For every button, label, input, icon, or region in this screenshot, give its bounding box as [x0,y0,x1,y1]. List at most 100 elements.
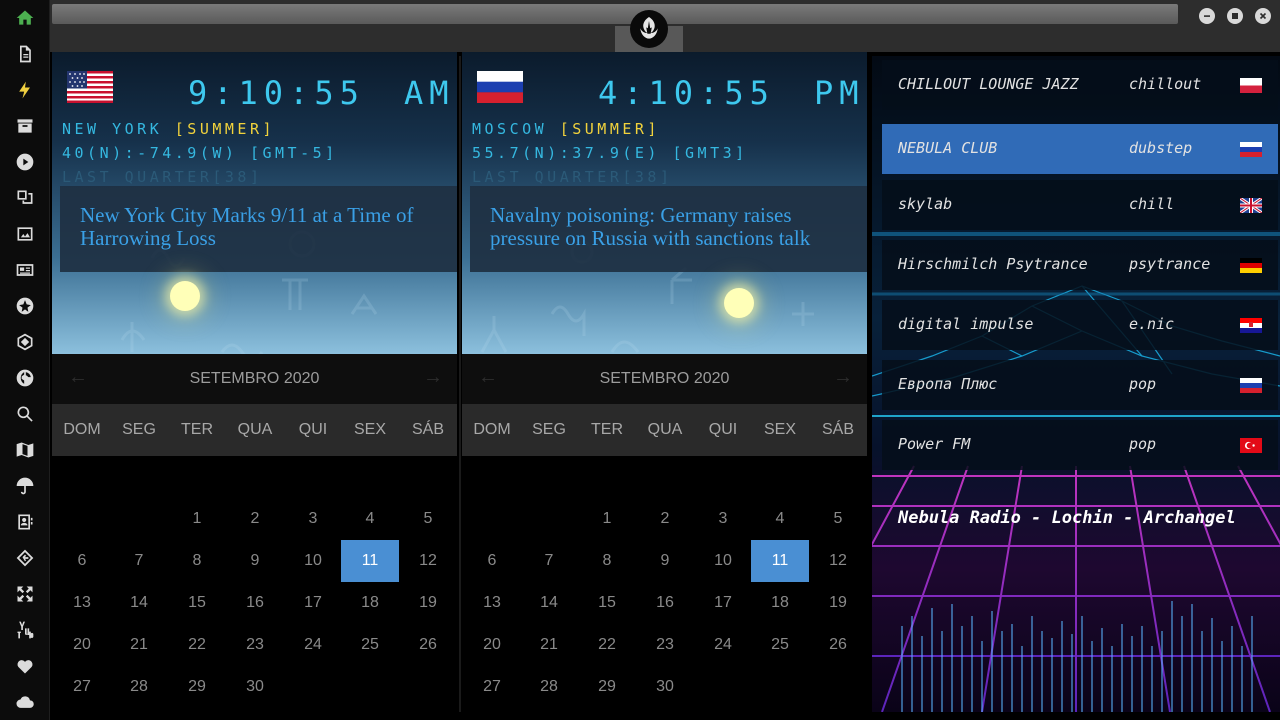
calendar-day[interactable]: 27 [53,666,111,708]
calendar-day[interactable]: 25 [341,624,399,666]
calendar-day[interactable]: 28 [520,666,578,708]
lightning-icon[interactable] [13,78,37,102]
station-row[interactable]: CHILLOUT LOUNGE JAZZ chillout [882,60,1278,110]
calendar-day[interactable]: 5 [809,498,867,540]
calendar-day[interactable]: 3 [694,498,752,540]
sun-icon [724,288,754,318]
map-icon[interactable] [13,438,37,462]
calendar-day[interactable]: 23 [636,624,694,666]
calendar-day[interactable]: 15 [168,582,226,624]
calendar-day[interactable]: 9 [636,540,694,582]
rebel-alliance-icon[interactable] [13,294,37,318]
calendar-day[interactable]: 30 [226,666,284,708]
calendar-day[interactable]: 25 [751,624,809,666]
station-row[interactable]: Европа Плюс pop [882,360,1278,410]
calendar-day[interactable]: 6 [53,540,111,582]
calendar-day[interactable]: 14 [520,582,578,624]
newspaper-icon[interactable] [13,258,37,282]
heart-icon[interactable] [13,654,37,678]
calendar-day[interactable]: 16 [636,582,694,624]
minimize-icon[interactable] [1199,8,1215,24]
calendar-day[interactable]: 20 [463,624,521,666]
calendar-day[interactable]: 22 [578,624,636,666]
calendar-day[interactable]: 7 [520,540,578,582]
next-month-arrow-icon[interactable]: → [833,366,853,389]
calendar-day[interactable]: 20 [53,624,111,666]
next-month-arrow-icon[interactable]: → [423,366,443,389]
now-playing: Nebula Radio - Lochin - Archangel [898,508,1236,528]
play-circle-icon[interactable] [13,150,37,174]
calendar-day[interactable]: 18 [341,582,399,624]
calendar-day-selected[interactable]: 11 [341,540,399,582]
calendar-day[interactable]: 21 [520,624,578,666]
calendar-day[interactable]: 12 [399,540,457,582]
station-row[interactable]: digital impulse e.nic [882,300,1278,350]
calendar-day[interactable]: 9 [226,540,284,582]
station-row-active[interactable]: NEBULA CLUB dubstep [882,124,1278,174]
calendar-day[interactable]: 4 [751,498,809,540]
globe-icon[interactable] [13,366,37,390]
calendar-day[interactable]: 23 [226,624,284,666]
calendar-day[interactable]: 21 [110,624,168,666]
cloud-icon[interactable] [13,690,37,714]
calendar-day[interactable]: 17 [694,582,752,624]
calendar-day[interactable]: 2 [226,498,284,540]
calendar-day[interactable]: 16 [226,582,284,624]
calendar-day[interactable]: 24 [284,624,342,666]
calendar-day[interactable]: 4 [341,498,399,540]
calendar-day[interactable]: 6 [463,540,521,582]
calendar-month: SETEMBRO 2020 [189,370,320,387]
maximize-icon[interactable] [1227,8,1243,24]
calendar-day[interactable]: 30 [636,666,694,708]
calendar-day[interactable]: 1 [168,498,226,540]
station-name: CHILLOUT LOUNGE JAZZ [898,75,1079,93]
calendar-day[interactable]: 26 [399,624,457,666]
calendar-day[interactable]: 8 [578,540,636,582]
hexagon-network-icon[interactable] [13,330,37,354]
calendar-day[interactable]: 1 [578,498,636,540]
code-diamond-icon[interactable] [13,546,37,570]
image-icon[interactable] [13,222,37,246]
archive-icon[interactable] [13,114,37,138]
calendar-day[interactable]: 13 [463,582,521,624]
calendar-day[interactable]: 12 [809,540,867,582]
calendar-day[interactable]: 19 [399,582,457,624]
calendar-day[interactable]: 15 [578,582,636,624]
station-row[interactable]: Hirschmilch Psytrance psytrance [882,240,1278,290]
calendar-day[interactable]: 29 [578,666,636,708]
translate-icon[interactable] [13,186,37,210]
youtube-icon[interactable] [13,618,37,642]
calendar-day-selected[interactable]: 11 [751,540,809,582]
calendar-day[interactable]: 19 [809,582,867,624]
calendar-day[interactable]: 2 [636,498,694,540]
calendar-day[interactable]: 14 [110,582,168,624]
umbrella-icon[interactable] [13,474,37,498]
calendar-day[interactable]: 13 [53,582,111,624]
station-row[interactable]: Power FM pop [882,420,1278,470]
calendar-day[interactable]: 8 [168,540,226,582]
calendar-day[interactable]: 18 [751,582,809,624]
calendar-day[interactable]: 22 [168,624,226,666]
home-icon[interactable] [13,6,37,30]
title-bar-strip[interactable] [52,4,1178,24]
search-icon[interactable] [13,402,37,426]
calendar-day[interactable]: 26 [809,624,867,666]
expand-arrows-icon[interactable] [13,582,37,606]
calendar-day[interactable]: 28 [110,666,168,708]
calendar-day[interactable]: 17 [284,582,342,624]
news-headline[interactable]: New York City Marks 9/11 at a Time of Ha… [60,186,457,272]
calendar-day[interactable]: 29 [168,666,226,708]
document-icon[interactable] [13,42,37,66]
calendar-day[interactable]: 3 [284,498,342,540]
calendar-day[interactable]: 27 [463,666,521,708]
rebel-alliance-logo-icon[interactable] [630,10,668,48]
station-row[interactable]: skylab chill [882,180,1278,230]
contact-card-icon[interactable] [13,510,37,534]
calendar-day[interactable]: 7 [110,540,168,582]
calendar-day[interactable]: 24 [694,624,752,666]
news-headline[interactable]: Navalny poisoning: Germany raises pressu… [470,186,867,272]
calendar-day[interactable]: 10 [284,540,342,582]
calendar-day[interactable]: 5 [399,498,457,540]
calendar-day[interactable]: 10 [694,540,752,582]
close-icon[interactable] [1255,8,1271,24]
